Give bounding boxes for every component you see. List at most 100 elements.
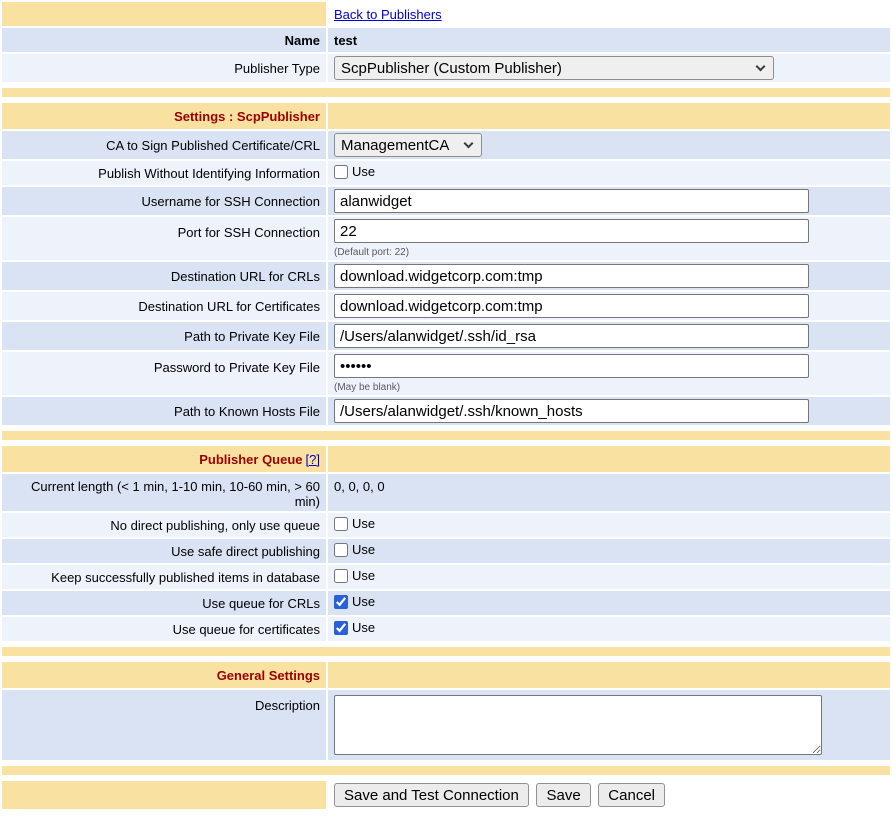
queue-safe-direct-cell: Use bbox=[328, 539, 890, 563]
key-password-input[interactable] bbox=[334, 354, 809, 378]
key-password-cell: (May be blank) bbox=[328, 352, 890, 395]
ca-select[interactable]: ManagementCA bbox=[334, 133, 482, 157]
ca-row: CA to Sign Published Certificate/CRL Man… bbox=[2, 131, 890, 159]
actions-band-cell bbox=[2, 781, 326, 809]
separator-row bbox=[2, 643, 890, 660]
queue-no-direct-row: No direct publishing, only use queue Use bbox=[2, 513, 890, 537]
separator-row bbox=[2, 427, 890, 444]
queue-no-direct-checkbox[interactable] bbox=[334, 517, 348, 531]
settings-section-header: Settings : ScpPublisher bbox=[2, 103, 326, 129]
anonymize-cell: Use bbox=[328, 161, 890, 185]
ssh-username-label: Username for SSH Connection bbox=[2, 187, 326, 215]
cert-url-row: Destination URL for Certificates bbox=[2, 292, 890, 320]
anonymize-checkbox[interactable] bbox=[334, 165, 348, 179]
actions-row: Save and Test Connection Save Cancel bbox=[2, 781, 890, 809]
ssh-port-cell: (Default port: 22) bbox=[328, 217, 890, 260]
name-value: test bbox=[328, 28, 890, 52]
known-hosts-input[interactable] bbox=[334, 399, 809, 423]
queue-safe-direct-use-label: Use bbox=[352, 542, 375, 557]
private-key-cell bbox=[328, 322, 890, 350]
private-key-input[interactable] bbox=[334, 324, 809, 348]
queue-keep-published-checkbox[interactable] bbox=[334, 569, 348, 583]
queue-help-link[interactable]: [?] bbox=[306, 452, 320, 467]
key-password-label: Password to Private Key File bbox=[2, 352, 326, 395]
queue-section-header: Publisher Queue [?] bbox=[2, 446, 326, 472]
queue-keep-published-use-label: Use bbox=[352, 568, 375, 583]
queue-certificates-row: Use queue for certificates Use bbox=[2, 617, 890, 641]
known-hosts-cell bbox=[328, 397, 890, 425]
queue-no-direct-use-label: Use bbox=[352, 516, 375, 531]
private-key-row: Path to Private Key File bbox=[2, 322, 890, 350]
queue-header-row: Publisher Queue [?] bbox=[2, 446, 890, 472]
queue-length-row: Current length (< 1 min, 1-10 min, 10-60… bbox=[2, 474, 890, 511]
description-row: Description bbox=[2, 690, 890, 760]
queue-certificates-checkbox[interactable] bbox=[334, 621, 348, 635]
cert-url-label: Destination URL for Certificates bbox=[2, 292, 326, 320]
cert-url-input[interactable] bbox=[334, 294, 809, 318]
save-and-test-button[interactable]: Save and Test Connection bbox=[334, 783, 529, 807]
anonymize-row: Publish Without Identifying Information … bbox=[2, 161, 890, 185]
queue-length-value: 0, 0, 0, 0 bbox=[328, 474, 890, 511]
queue-safe-direct-row: Use safe direct publishing Use bbox=[2, 539, 890, 563]
cancel-button[interactable]: Cancel bbox=[598, 783, 665, 807]
queue-keep-published-cell: Use bbox=[328, 565, 890, 589]
queue-safe-direct-label: Use safe direct publishing bbox=[2, 539, 326, 563]
save-button[interactable]: Save bbox=[536, 783, 590, 807]
description-textarea[interactable] bbox=[334, 695, 822, 755]
publisher-type-select[interactable]: ScpPublisher (Custom Publisher) bbox=[334, 56, 774, 80]
queue-crls-use-label: Use bbox=[352, 594, 375, 609]
queue-certificates-label: Use queue for certificates bbox=[2, 617, 326, 641]
cert-url-cell bbox=[328, 292, 890, 320]
queue-no-direct-label: No direct publishing, only use queue bbox=[2, 513, 326, 537]
crl-url-input[interactable] bbox=[334, 264, 809, 288]
section-separator bbox=[2, 431, 890, 440]
settings-header-row: Settings : ScpPublisher bbox=[2, 103, 890, 129]
name-label: Name bbox=[2, 28, 326, 52]
username-row: Username for SSH Connection bbox=[2, 187, 890, 215]
queue-crls-checkbox[interactable] bbox=[334, 595, 348, 609]
actions-cell: Save and Test Connection Save Cancel bbox=[328, 781, 890, 809]
crl-url-cell bbox=[328, 262, 890, 290]
queue-safe-direct-checkbox[interactable] bbox=[334, 543, 348, 557]
general-section-header: General Settings bbox=[2, 662, 326, 688]
name-row: Name test bbox=[2, 28, 890, 52]
general-header-row: General Settings bbox=[2, 662, 890, 688]
ssh-port-input[interactable] bbox=[334, 219, 809, 243]
queue-header-title: Publisher Queue bbox=[199, 452, 302, 467]
section-separator bbox=[2, 647, 890, 656]
queue-certificates-cell: Use bbox=[328, 617, 890, 641]
private-key-label: Path to Private Key File bbox=[2, 322, 326, 350]
ca-cell: ManagementCA bbox=[328, 131, 890, 159]
back-to-publishers-link[interactable]: Back to Publishers bbox=[334, 7, 442, 22]
back-link-row: Back to Publishers bbox=[2, 2, 890, 26]
known-hosts-row: Path to Known Hosts File bbox=[2, 397, 890, 425]
publisher-type-label: Publisher Type bbox=[2, 54, 326, 82]
separator-row bbox=[2, 84, 890, 101]
known-hosts-label: Path to Known Hosts File bbox=[2, 397, 326, 425]
description-cell bbox=[328, 690, 890, 760]
queue-crls-cell: Use bbox=[328, 591, 890, 615]
ssh-port-label: Port for SSH Connection bbox=[2, 217, 326, 260]
separator-row bbox=[2, 762, 890, 779]
queue-keep-published-label: Keep successfully published items in dat… bbox=[2, 565, 326, 589]
key-password-row: Password to Private Key File (May be bla… bbox=[2, 352, 890, 395]
description-label: Description bbox=[2, 690, 326, 760]
queue-certificates-use-label: Use bbox=[352, 620, 375, 635]
back-link-cell: Back to Publishers bbox=[328, 2, 890, 26]
publisher-edit-form: Back to Publishers Name test Publisher T… bbox=[0, 0, 892, 811]
queue-keep-published-row: Keep successfully published items in dat… bbox=[2, 565, 890, 589]
anonymize-use-label: Use bbox=[352, 164, 375, 179]
general-header-spacer bbox=[328, 662, 890, 688]
publisher-type-cell: ScpPublisher (Custom Publisher) bbox=[328, 54, 890, 82]
queue-length-label: Current length (< 1 min, 1-10 min, 10-60… bbox=[2, 474, 326, 511]
top-band-cell bbox=[2, 2, 326, 26]
ssh-username-cell bbox=[328, 187, 890, 215]
crl-url-label: Destination URL for CRLs bbox=[2, 262, 326, 290]
publisher-type-row: Publisher Type ScpPublisher (Custom Publ… bbox=[2, 54, 890, 82]
ssh-username-input[interactable] bbox=[334, 189, 809, 213]
section-separator bbox=[2, 88, 890, 97]
ca-label: CA to Sign Published Certificate/CRL bbox=[2, 131, 326, 159]
queue-crls-row: Use queue for CRLs Use bbox=[2, 591, 890, 615]
port-row: Port for SSH Connection (Default port: 2… bbox=[2, 217, 890, 260]
queue-no-direct-cell: Use bbox=[328, 513, 890, 537]
